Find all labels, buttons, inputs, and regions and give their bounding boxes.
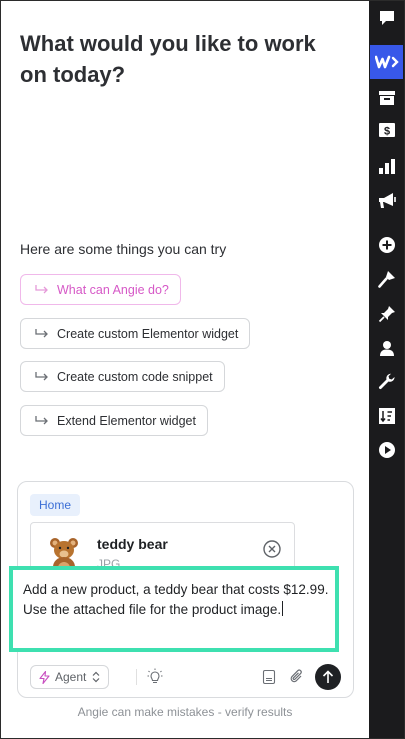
text-caret <box>282 601 284 616</box>
svg-text:$: $ <box>384 126 390 138</box>
return-arrow-icon <box>35 284 48 293</box>
arrow-up-icon <box>322 670 334 683</box>
context-badge[interactable]: Home <box>30 494 81 516</box>
paperclip-icon[interactable] <box>289 668 305 686</box>
return-arrow-icon <box>35 371 48 380</box>
suggestion-label: Create custom code snippet <box>57 369 213 384</box>
toolbar-divider <box>136 669 137 685</box>
suggestion-label: Extend Elementor widget <box>57 413 196 428</box>
suggestion-extend-widget[interactable]: Extend Elementor widget <box>20 405 208 436</box>
suggestion-label: What can Angie do? <box>57 282 169 297</box>
suggestion-create-code-snippet[interactable]: Create custom code snippet <box>20 361 225 392</box>
suggestions-label: Here are some things you can try <box>20 241 227 257</box>
chart-icon[interactable] <box>376 155 398 177</box>
page-title: What would you like to work on today? <box>20 31 316 87</box>
prompt-input[interactable]: Add a new product, a teddy bear that cos… <box>9 566 339 652</box>
suggestion-create-widget[interactable]: Create custom Elementor widget <box>20 318 251 349</box>
archive-icon[interactable] <box>376 87 398 109</box>
right-toolbar: $ <box>369 1 404 738</box>
send-button[interactable] <box>315 664 341 690</box>
return-arrow-icon <box>35 415 48 424</box>
chevron-updown-icon <box>92 671 100 683</box>
suggestion-label: Create custom Elementor widget <box>57 326 239 341</box>
comment-icon[interactable] <box>376 7 398 29</box>
attachment-name: teddy bear <box>97 536 168 552</box>
agent-mode-label: Agent <box>55 670 87 684</box>
brush-icon[interactable] <box>376 268 398 290</box>
disclaimer-text: Angie can make mistakes - verify results <box>77 705 293 719</box>
megaphone-icon[interactable] <box>376 189 398 211</box>
wrench-icon[interactable] <box>376 371 398 393</box>
play-icon[interactable] <box>376 439 398 461</box>
pin-icon[interactable] <box>376 303 398 325</box>
user-icon[interactable] <box>376 337 398 359</box>
lightning-icon <box>39 670 50 684</box>
money-icon[interactable]: $ <box>376 119 398 141</box>
remove-attachment-icon[interactable] <box>262 539 282 559</box>
woocommerce-icon[interactable] <box>370 45 403 79</box>
lightbulb-icon[interactable] <box>147 668 163 686</box>
notes-icon[interactable] <box>261 669 277 685</box>
suggestion-what-can-angie-do[interactable]: What can Angie do? <box>20 274 181 305</box>
agent-mode-select[interactable]: Agent <box>30 665 110 689</box>
sort-icon[interactable] <box>376 405 398 427</box>
plus-circle-icon[interactable] <box>376 234 398 256</box>
return-arrow-icon <box>35 328 48 337</box>
